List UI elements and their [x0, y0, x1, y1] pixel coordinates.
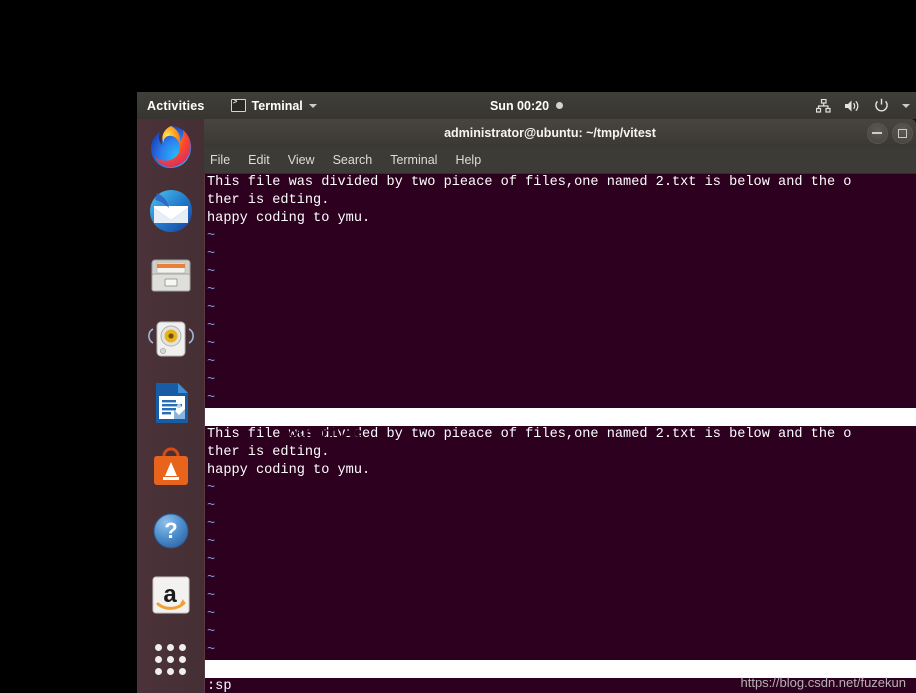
amazon-icon: a [152, 576, 189, 614]
dock-item-libreoffice-writer[interactable] [147, 379, 195, 427]
vim-empty-line: ~ [207, 373, 216, 388]
vim-empty-line: ~ [207, 499, 216, 514]
maximize-icon [898, 129, 907, 138]
ubuntu-software-icon [153, 447, 188, 485]
vim-text-line: happy coding to ymu. [207, 463, 371, 478]
vim-empty-line: ~ [207, 265, 216, 280]
dock-item-show-applications[interactable] [147, 635, 195, 683]
vim-empty-line: ~ [207, 337, 216, 352]
system-status-area[interactable] [816, 98, 912, 113]
vim-empty-line: ~ [207, 571, 216, 586]
dock-item-firefox[interactable] [147, 123, 195, 171]
vim-empty-line: ~ [207, 283, 216, 298]
menu-item-terminal[interactable]: Terminal [390, 153, 437, 167]
vim-empty-line: ~ [207, 301, 216, 316]
power-icon [875, 98, 888, 112]
menu-item-view[interactable]: View [288, 153, 315, 167]
menu-item-search[interactable]: Search [333, 153, 373, 167]
vim-empty-line: ~ [207, 553, 216, 568]
vim-empty-line: ~ [207, 625, 216, 640]
dock-item-help[interactable]: ? [147, 507, 195, 555]
window-controls [867, 123, 913, 144]
rhythmbox-icon [147, 321, 194, 357]
minimize-button[interactable] [867, 123, 888, 144]
menu-item-help[interactable]: Help [455, 153, 481, 167]
gnome-top-bar: Activities Terminal Sun 00:20 [137, 92, 916, 119]
vim-status-line-top: otherfile 2,20 All [205, 408, 916, 478]
dock-item-files[interactable] [147, 251, 195, 299]
vim-empty-line: ~ [207, 391, 216, 406]
chevron-down-icon [308, 103, 317, 108]
dock-item-amazon[interactable]: a [147, 571, 195, 619]
vim-empty-line: ~ [205, 480, 916, 498]
vim-empty-line: ~ [207, 247, 216, 262]
thunderbird-icon [149, 190, 192, 232]
vim-empty-line: ~ [207, 517, 216, 532]
vim-empty-line: ~ [207, 319, 216, 334]
dock-item-ubuntu-software[interactable] [147, 443, 195, 491]
vim-text-line: ther is edting. [207, 193, 330, 208]
vim-empty-line: ~ [207, 229, 216, 244]
network-icon [816, 98, 831, 113]
svg-text:a: a [163, 581, 177, 608]
menu-item-edit[interactable]: Edit [248, 153, 270, 167]
clock-label: Sun 00:20 [489, 98, 550, 113]
vim-pane-top[interactable]: This file was divided by two pieace of f… [205, 174, 916, 478]
firefox-icon [150, 126, 191, 169]
vim-empty-line: ~ [207, 535, 216, 550]
launcher-dock: ? a [137, 119, 204, 693]
app-menu-terminal[interactable]: Terminal [230, 98, 317, 113]
vim-text-line: happy coding to ymu. [207, 211, 371, 226]
vim-empty-line: ~ [207, 607, 216, 622]
maximize-button[interactable] [892, 123, 913, 144]
minimize-icon [872, 132, 882, 134]
volume-icon [845, 100, 859, 111]
desktop: Activities Terminal Sun 00:20 [137, 92, 916, 693]
vim-text-line: ther is edting. [205, 444, 916, 462]
vim-text-line: This file was divided by two pieace of f… [207, 175, 852, 190]
watermark-text: https://blog.csdn.net/fuzekun [740, 675, 907, 690]
notification-dot-icon [556, 102, 564, 109]
vim-status-filename: otherfile [288, 427, 362, 442]
chevron-down-icon[interactable] [902, 103, 910, 108]
app-menu-label: Terminal [251, 98, 303, 113]
dock-item-rhythmbox[interactable] [147, 315, 195, 363]
files-icon [151, 259, 190, 292]
vim-empty-line: ~ [207, 589, 216, 604]
activities-button[interactable]: Activities [147, 99, 205, 113]
window-titlebar[interactable]: administrator@ubuntu: ~/tmp/vitest [196, 119, 916, 147]
help-icon: ? [153, 513, 188, 549]
dock-item-thunderbird[interactable] [147, 187, 195, 235]
vim-status-position: 2,20 [753, 445, 786, 460]
clock-menu[interactable]: Sun 00:20 [447, 99, 607, 113]
terminal-body[interactable]: This file was divided by two pieace of f… [196, 174, 916, 693]
terminal-icon [230, 98, 246, 112]
vim-empty-line: ~ [207, 355, 216, 370]
svg-text:?: ? [164, 518, 177, 543]
terminal-menubar: File Edit View Search Terminal Help [196, 147, 916, 174]
window-title: administrator@ubuntu: ~/tmp/vitest [444, 126, 656, 140]
libreoffice-writer-icon [155, 383, 188, 423]
apps-grid-icon [147, 635, 195, 683]
vim-status-scroll: All [893, 463, 916, 478]
vim-pane-bottom[interactable]: This file was divided by two pieace of f… [205, 426, 916, 693]
vim-empty-line: ~ [207, 643, 216, 658]
terminal-window[interactable]: administrator@ubuntu: ~/tmp/vitest File … [196, 119, 916, 693]
menu-item-file[interactable]: File [210, 153, 230, 167]
